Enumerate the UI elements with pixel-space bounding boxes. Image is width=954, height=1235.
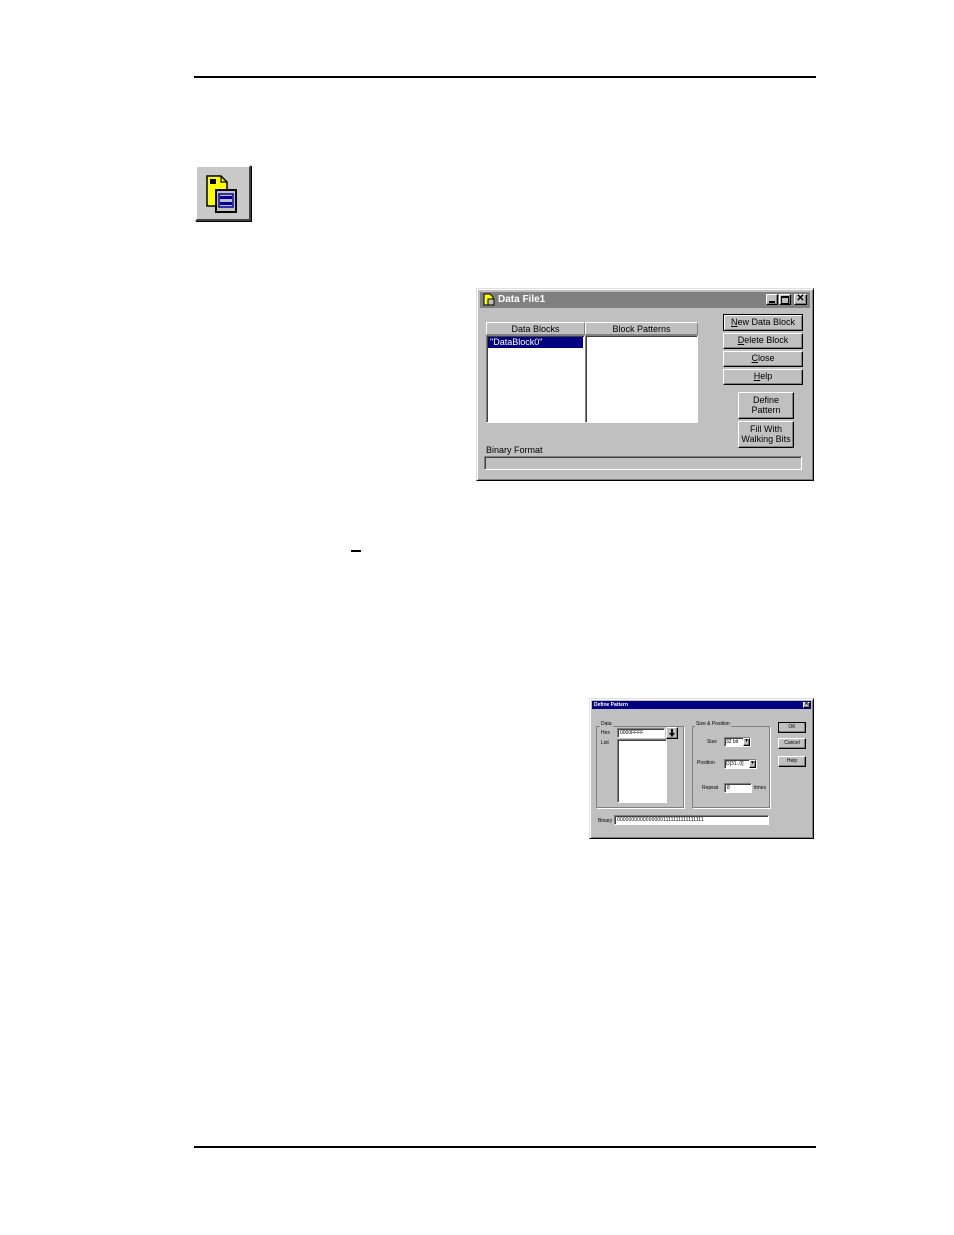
data-file-icon [483,293,495,306]
title-bar[interactable]: Define Pattern ✕ [592,701,811,709]
data-blocks-list[interactable]: "DataBlock0" [486,335,585,423]
hex-label: Hex [601,730,610,736]
minimize-button[interactable] [766,294,778,305]
define-pattern-button[interactable]: Define Pattern [738,392,794,419]
header-rule [194,76,816,78]
help-button[interactable]: Help [723,369,803,385]
size-select[interactable]: 32 bit ▼ [724,737,751,747]
block-patterns-header[interactable]: Block Patterns [585,322,698,335]
ok-button[interactable]: OK [778,722,806,733]
size-position-group-label: Size & Position [695,721,731,727]
close-icon: ✕ [796,292,805,304]
hex-add-button[interactable] [666,727,678,739]
title-bar[interactable]: Data File1 ✕ [480,292,810,308]
close-window-button[interactable]: ✕ [803,702,810,708]
chevron-down-icon[interactable]: ▼ [743,738,750,746]
minimize-icon [769,301,775,303]
delete-block-button[interactable]: Delete Block [723,333,803,349]
hex-input[interactable]: 0000FFFF [617,728,665,738]
dialog-title: Define Pattern [594,702,628,708]
position-select[interactable]: D[31..0] ▼ [724,759,757,769]
dialog-title: Data File1 [498,294,546,305]
define-pattern-dialog: Define Pattern ✕ Data Hex 0000FFFF List … [589,698,814,839]
data-blocks-header[interactable]: Data Blocks [486,322,585,335]
binary-format-label: Binary Format [486,445,543,455]
binary-format-field [484,456,802,470]
repeat-label: Repeat [702,785,719,791]
footer-rule [194,1146,816,1148]
help-button[interactable]: Help [778,756,806,767]
repeat-unit-label: times [754,785,766,791]
underscore-mark [351,550,361,552]
data-file-toolbar-button[interactable] [195,165,251,221]
new-data-block-button[interactable]: New Data Block [723,314,803,331]
maximize-icon [781,295,789,304]
close-button[interactable]: Close [723,351,803,367]
data-group-label: Data [600,721,613,727]
binary-label: Binary [598,818,613,824]
fill-walking-bits-button[interactable]: Fill With Walking Bits [738,421,794,448]
close-icon: ✕ [804,701,809,708]
close-window-button[interactable]: ✕ [794,292,807,305]
block-patterns-list[interactable] [585,335,698,423]
data-file-icon [206,175,237,213]
size-label: Size [707,739,717,745]
binary-field: 00000000000000001111111111111111 [614,815,769,825]
arrow-down-icon [669,729,675,737]
list-item[interactable]: "DataBlock0" [488,337,583,348]
position-label: Position [697,760,715,766]
list-label: List [601,740,609,746]
data-file-dialog: Data File1 ✕ Data Blocks "DataBlock0" Bl… [476,288,814,481]
repeat-input[interactable]: 8 [724,783,752,793]
chevron-down-icon[interactable]: ▼ [749,760,756,768]
cancel-button[interactable]: Cancel [778,738,806,749]
maximize-button[interactable] [779,294,791,305]
pattern-list[interactable] [617,739,667,803]
